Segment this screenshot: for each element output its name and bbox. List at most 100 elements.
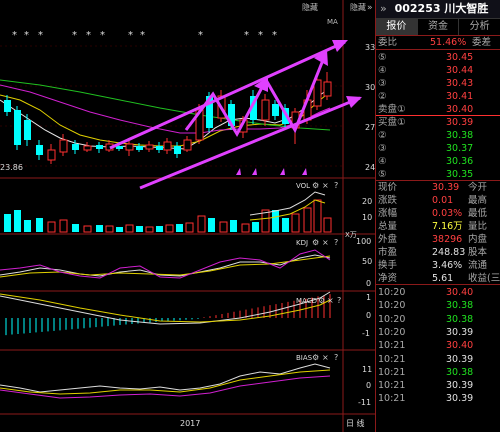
- order-price: 30.43: [446, 78, 474, 89]
- volume-bar: [83, 225, 92, 233]
- asterisk-marker: *: [24, 30, 29, 41]
- macd-help-icon[interactable]: ?: [337, 296, 341, 305]
- order-level-label: ②: [378, 130, 387, 141]
- bias-gear-icon[interactable]: ⚙: [312, 353, 319, 362]
- kdj-tick-0: 0: [366, 279, 371, 288]
- volume-bar: [185, 222, 194, 233]
- stat-row: 总量 7.16万 量比: [376, 220, 500, 233]
- price-tick-27: 27: [365, 123, 375, 132]
- tab-analysis[interactable]: 分析: [459, 19, 500, 35]
- tick-time: 10:21: [378, 340, 406, 352]
- kdj-close-icon[interactable]: ×: [322, 238, 329, 247]
- asterisk-marker: *: [272, 30, 277, 41]
- stat-row: 换手 3.46% 流通: [376, 259, 500, 272]
- asterisk-marker: *: [100, 30, 105, 41]
- candle-body: [59, 139, 68, 153]
- stat-label: 总量: [378, 221, 398, 232]
- bias-help-icon[interactable]: ?: [334, 353, 338, 362]
- collapse-icon[interactable]: »: [380, 2, 387, 15]
- stat-label-2: 内盘: [468, 234, 488, 245]
- volume-bar: [291, 213, 300, 233]
- macd-tick-1: 1: [366, 293, 371, 302]
- buy-order-row: ④ 30.36: [376, 155, 500, 168]
- stat-value: 0.01: [432, 195, 454, 206]
- asterisk-marker: *: [86, 30, 91, 41]
- stat-label-2: 最高: [468, 195, 488, 206]
- volume-bar: [252, 222, 259, 232]
- order-level-label: 买盘①: [378, 117, 406, 128]
- price-tick-24: 24: [365, 163, 375, 172]
- volume-bar: [272, 210, 279, 232]
- hide-button[interactable]: 隐藏: [302, 2, 318, 12]
- order-price: 30.37: [446, 143, 474, 154]
- volume-bar: [4, 214, 11, 232]
- stat-label: 外盘: [378, 234, 398, 245]
- tick-time: 10:21: [378, 393, 406, 405]
- tick-price: 30.40: [446, 340, 474, 352]
- vol-gear-icon[interactable]: ⚙: [312, 181, 319, 190]
- volume-bar: [14, 210, 21, 232]
- volume-bar: [323, 217, 332, 233]
- tab-quote[interactable]: 报价: [376, 19, 418, 35]
- candle-body: [323, 81, 332, 97]
- macd-close-icon[interactable]: ×: [327, 296, 334, 305]
- period-button[interactable]: 日 线: [346, 418, 365, 428]
- stat-label-2: 最低: [468, 208, 488, 219]
- volume-bar: [197, 215, 206, 233]
- stat-label-2: 流通: [468, 260, 488, 271]
- macd-gear-icon[interactable]: ⚙: [318, 296, 325, 305]
- forward-icon[interactable]: »: [367, 3, 373, 13]
- candle-body: [272, 104, 279, 116]
- quote-tabs: 报价 资金 分析: [376, 19, 500, 36]
- candle-body: [163, 141, 172, 151]
- volume-bar: [282, 218, 289, 232]
- volume-bar: [230, 220, 237, 232]
- vol-panel-icons[interactable]: ⚙ × ?: [312, 181, 338, 190]
- tick-time: 10:20: [378, 313, 406, 325]
- asterisk-marker: *: [12, 30, 17, 41]
- order-level-label: ④: [378, 156, 387, 167]
- vol-help-icon[interactable]: ?: [334, 181, 338, 190]
- stat-label: 市盈: [378, 247, 398, 258]
- stat-row: 涨跌 0.01 最高: [376, 194, 500, 207]
- order-price: 30.39: [446, 117, 474, 128]
- kdj-gear-icon[interactable]: ⚙: [312, 238, 319, 247]
- volume-bar: [145, 226, 154, 233]
- tick-price: 30.38: [446, 300, 474, 312]
- ma-label: MA: [327, 18, 338, 26]
- bias-close-icon[interactable]: ×: [322, 353, 329, 362]
- order-price: 30.38: [446, 130, 474, 141]
- quote-panel: » 002253 川大智胜 报价 资金 分析 委比 51.46% 委差 ⑤ 30.…: [375, 0, 500, 432]
- kdj-help-icon[interactable]: ?: [334, 238, 338, 247]
- asterisk-marker: *: [244, 30, 249, 41]
- candle-body: [156, 146, 163, 150]
- tick-price: 30.38: [446, 366, 474, 378]
- candle-body: [183, 139, 192, 151]
- hide-button-2[interactable]: 隐藏: [350, 2, 366, 12]
- bias-label: BIAS: [296, 354, 313, 362]
- tab-funds[interactable]: 资金: [418, 19, 460, 35]
- candle-body: [14, 110, 21, 145]
- asterisk-marker: *: [38, 30, 43, 41]
- volume-bar: [96, 225, 103, 232]
- volume-bar: [59, 219, 68, 233]
- tick-price: 30.39: [446, 380, 474, 392]
- macd-tick-0: 0: [366, 311, 371, 320]
- stat-row: 市盈 248.83 股本: [376, 246, 500, 259]
- sell-order-row: ④ 30.44: [376, 64, 500, 77]
- stat-label-2: 今开: [468, 182, 488, 193]
- asterisk-marker: *: [198, 30, 203, 41]
- stat-label: 涨跌: [378, 195, 398, 206]
- bias-tick-neg11: -11: [358, 398, 371, 407]
- chart-area[interactable]: * * * * * * * * * * * * MA 23.86 33 30 27 24 隐藏 隐藏 …: [0, 0, 375, 432]
- kline-chart[interactable]: * * * * * * * * * * * * MA 23.86 33 30 27 24 隐藏 隐藏 …: [0, 0, 375, 432]
- candle-body: [72, 144, 79, 150]
- macd-label: MACD: [296, 297, 317, 305]
- stat-label: 换手: [378, 260, 398, 271]
- vol-close-icon[interactable]: ×: [322, 181, 329, 190]
- asterisk-marker: *: [258, 30, 263, 41]
- stat-label: 涨幅: [378, 208, 398, 219]
- low-price-label: 23.86: [0, 163, 23, 172]
- candle-body: [261, 99, 270, 121]
- order-level-label: ④: [378, 65, 387, 76]
